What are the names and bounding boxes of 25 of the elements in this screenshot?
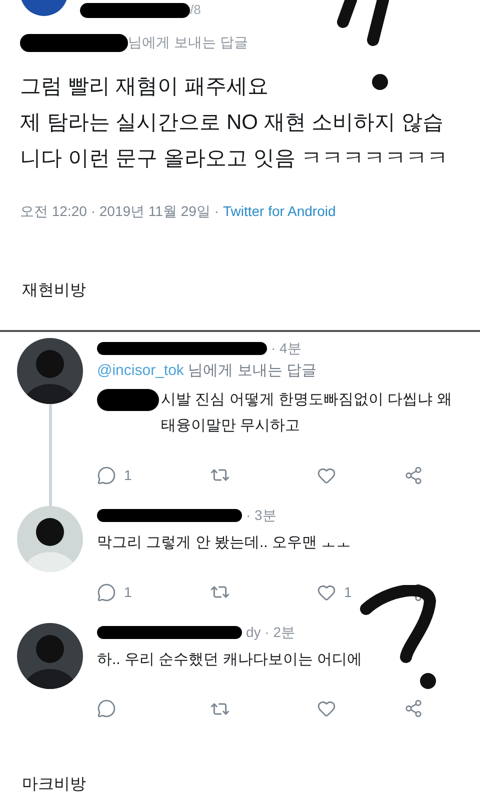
caption: 재현비방 bbox=[22, 281, 86, 301]
timestamp: 오전 12:20 · 2019년 11월 29일 · bbox=[20, 202, 219, 221]
reply-count: 1 bbox=[124, 466, 132, 484]
reply-count: 1 bbox=[124, 582, 132, 602]
like-icon[interactable] bbox=[317, 582, 336, 602]
tweet-text: 막그리 그렇게 안 봤는데.. 오우맨 ㅗㅗ bbox=[97, 532, 352, 552]
tweet-time: · 3분 bbox=[246, 506, 276, 525]
reply-icon[interactable] bbox=[97, 582, 116, 602]
caption: 마크비방 bbox=[22, 775, 86, 795]
redaction-mark bbox=[97, 388, 159, 410]
reply-label: 님에게 보내는 답글 bbox=[128, 33, 248, 52]
reply-icon[interactable] bbox=[97, 699, 116, 718]
like-icon[interactable] bbox=[317, 699, 336, 718]
tweet-text: 그럼 빨리 재혐이 패주세요 제 탐라는 실시간으로 NO 재현 소비하지 않습니다 이런 문구 올라오고 잇음 ㅋㅋㅋㅋㅋㅋㅋ bbox=[20, 74, 450, 172]
tweet-time: dy · 2분 bbox=[246, 623, 296, 642]
user-handle: /8 bbox=[190, 2, 201, 18]
like-icon[interactable] bbox=[317, 466, 336, 484]
tweet-text: 하.. 우리 순수했던 캐나다보이는 어디에 bbox=[97, 650, 364, 670]
reply-icon[interactable] bbox=[97, 466, 116, 484]
mention-link[interactable]: @incisor_tok bbox=[97, 362, 184, 379]
source-link[interactable]: Twitter for Android bbox=[222, 201, 336, 222]
reply-label: 님에게 보내는 답글 bbox=[188, 362, 316, 379]
like-count: 1 bbox=[344, 582, 352, 602]
tweet-text: 시발 진심 어떻게 한명도빠짐없이 다씹냐 왜 태융이말만 무시하고 bbox=[161, 390, 453, 436]
tweet-time: · 4분 bbox=[271, 338, 302, 358]
